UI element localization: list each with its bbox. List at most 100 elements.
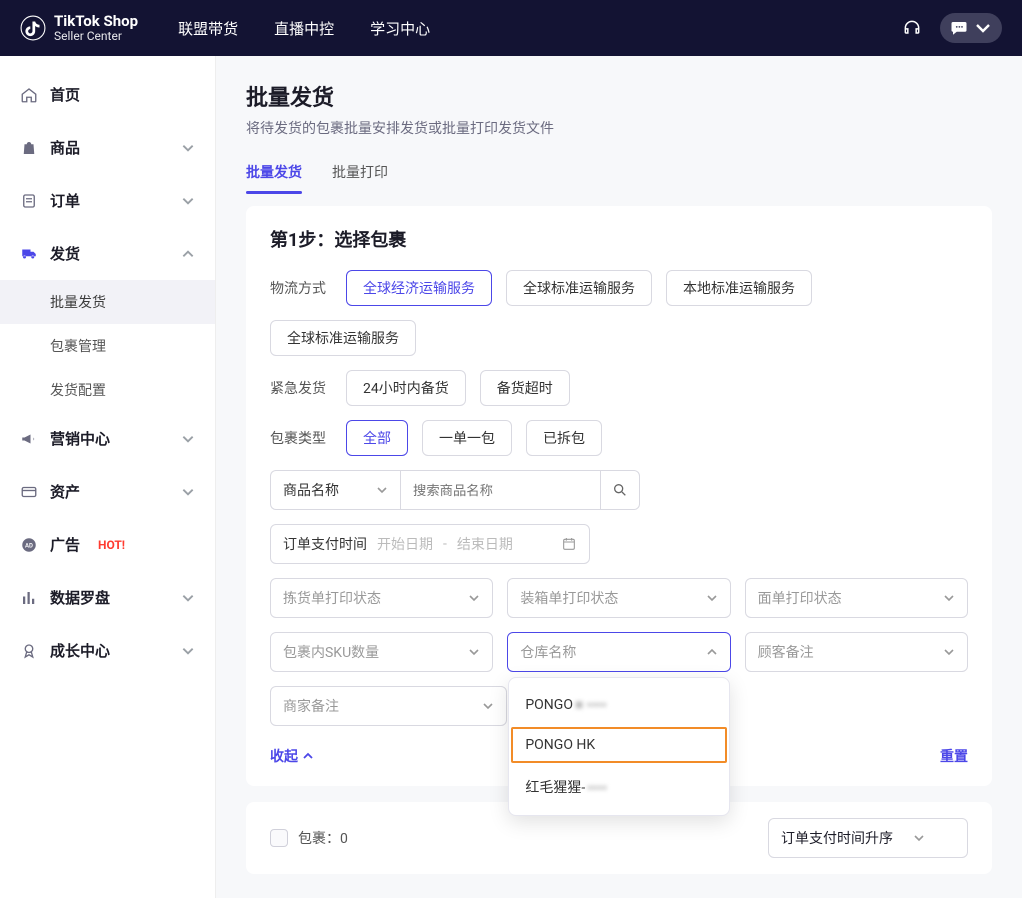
svg-text:AD: AD — [25, 542, 33, 549]
sidebar-item-orders[interactable]: 订单 — [0, 174, 215, 227]
sidebar-item-ads[interactable]: AD 广告 HOT! — [0, 518, 215, 571]
sidebar-label: 订单 — [50, 190, 80, 211]
search-field-select[interactable]: 商品名称 — [270, 470, 400, 510]
logistics-opt-global-standard-2[interactable]: 全球标准运输服务 — [270, 320, 416, 356]
warehouse-option[interactable]: 红毛猩猩-▪▪▪▪ — [509, 765, 728, 809]
brand-line2: Seller Center — [54, 30, 138, 43]
pkgtype-opt-all[interactable]: 全部 — [346, 420, 408, 456]
reset-button[interactable]: 重置 — [940, 746, 968, 766]
warehouse-option-highlighted[interactable]: PONGO HK — [509, 725, 728, 765]
warehouse-dropdown: PONGO■ ▪▪▪▪ PONGO HK 红毛猩猩-▪▪▪▪ — [508, 677, 729, 816]
sidebar-item-data-compass[interactable]: 数据罗盘 — [0, 571, 215, 624]
tab-batch-ship[interactable]: 批量发货 — [246, 156, 302, 188]
sku-count-select[interactable]: 包裹内SKU数量 — [270, 632, 493, 672]
megaphone-icon — [20, 430, 38, 448]
chevron-down-icon — [181, 485, 195, 499]
sidebar-sub-package-mgmt[interactable]: 包裹管理 — [0, 324, 215, 368]
chevron-down-icon — [468, 646, 480, 658]
sidebar-label: 数据罗盘 — [50, 587, 110, 608]
sidebar-label: 资产 — [50, 481, 80, 502]
bag-icon — [20, 139, 38, 157]
urgent-opt-overdue[interactable]: 备货超时 — [480, 370, 570, 406]
home-icon — [20, 86, 38, 104]
chevron-down-icon — [181, 432, 195, 446]
urgent-opt-24h[interactable]: 24小时内备货 — [346, 370, 466, 406]
sidebar: 首页 商品 订单 发货 批量发货 包裹管理 发货配置 营销中心 资产 AD 广告 H… — [0, 56, 216, 898]
chevron-down-icon — [181, 591, 195, 605]
date-range[interactable]: 订单支付时间 开始日期 - 结束日期 — [270, 524, 590, 564]
customer-note-select[interactable]: 顾客备注 — [745, 632, 968, 672]
package-count: 包裹：0 — [298, 828, 348, 848]
sidebar-item-assets[interactable]: 资产 — [0, 465, 215, 518]
sidebar-item-home[interactable]: 首页 — [0, 68, 215, 121]
sort-label: 订单支付时间升序 — [781, 828, 893, 848]
sidebar-label: 发货 — [50, 243, 80, 264]
search-button[interactable] — [600, 470, 640, 510]
topnav-affiliate[interactable]: 联盟带货 — [178, 18, 238, 39]
date-label: 订单支付时间 — [283, 534, 367, 554]
select-all-checkbox[interactable] — [270, 829, 288, 847]
main-content: 批量发货 将待发货的包裹批量安排发货或批量打印发货文件 批量发货 批量打印 第1… — [216, 56, 1022, 898]
search-icon — [612, 482, 628, 498]
merchant-note-select[interactable]: 商家备注 — [270, 686, 507, 726]
list-icon — [20, 192, 38, 210]
chevron-up-icon — [181, 247, 195, 261]
topbar: TikTok Shop Seller Center 联盟带货 直播中控 学习中心 — [0, 0, 1022, 56]
sidebar-label: 广告 — [50, 534, 80, 555]
sidebar-label: 首页 — [50, 84, 80, 105]
pkgtype-opt-one-per-order[interactable]: 一单一包 — [422, 420, 512, 456]
chevron-down-icon — [913, 832, 925, 844]
sidebar-item-products[interactable]: 商品 — [0, 121, 215, 174]
warehouse-option[interactable]: PONGO■ ▪▪▪▪ — [509, 684, 728, 725]
chat-menu[interactable] — [940, 13, 1002, 43]
pkgtype-opt-split[interactable]: 已拆包 — [526, 420, 602, 456]
chevron-down-icon — [943, 592, 955, 604]
urgent-label: 紧急发货 — [270, 378, 332, 398]
sidebar-label: 商品 — [50, 137, 80, 158]
label-status-select[interactable]: 面单打印状态 — [745, 578, 968, 618]
pick-status-select[interactable]: 拣货单打印状态 — [270, 578, 493, 618]
sidebar-sub-batch-ship[interactable]: 批量发货 — [0, 280, 215, 324]
date-end: 结束日期 — [457, 534, 513, 554]
chat-icon — [950, 19, 968, 37]
chevron-down-icon — [706, 592, 718, 604]
logistics-opt-local-standard[interactable]: 本地标准运输服务 — [666, 270, 812, 306]
sidebar-label: 成长中心 — [50, 640, 110, 661]
hot-badge: HOT! — [98, 538, 125, 552]
chevron-down-icon — [482, 700, 494, 712]
date-start: 开始日期 — [377, 534, 433, 554]
truck-icon — [20, 245, 38, 263]
tab-batch-print[interactable]: 批量打印 — [332, 156, 388, 188]
sort-select[interactable]: 订单支付时间升序 — [768, 818, 968, 858]
search-input[interactable] — [400, 470, 600, 510]
pkgtype-label: 包裹类型 — [270, 428, 332, 448]
topnav-learn[interactable]: 学习中心 — [370, 18, 430, 39]
chevron-down-icon — [376, 484, 388, 496]
pack-status-select[interactable]: 装箱单打印状态 — [507, 578, 730, 618]
brand-logo[interactable]: TikTok Shop Seller Center — [20, 13, 138, 43]
support-icon[interactable] — [902, 18, 922, 38]
logistics-opt-global-economy[interactable]: 全球经济运输服务 — [346, 270, 492, 306]
chevron-down-icon — [181, 644, 195, 658]
page-subtitle: 将待发货的包裹批量安排发货或批量打印发货文件 — [246, 118, 992, 138]
sidebar-sub-ship-config[interactable]: 发货配置 — [0, 368, 215, 412]
ad-icon: AD — [20, 536, 38, 554]
collapse-button[interactable]: 收起 — [270, 746, 314, 766]
chevron-down-icon — [181, 141, 195, 155]
sidebar-item-growth[interactable]: 成长中心 — [0, 624, 215, 677]
step-card: 第1步：选择包裹 物流方式 全球经济运输服务 全球标准运输服务 本地标准运输服务… — [246, 206, 992, 786]
search-group: 商品名称 — [270, 470, 640, 510]
logistics-opt-global-standard[interactable]: 全球标准运输服务 — [506, 270, 652, 306]
topnav-live-control[interactable]: 直播中控 — [274, 18, 334, 39]
sidebar-label: 营销中心 — [50, 428, 110, 449]
sidebar-item-marketing[interactable]: 营销中心 — [0, 412, 215, 465]
topnav: 联盟带货 直播中控 学习中心 — [178, 18, 430, 39]
chevron-down-icon — [974, 19, 992, 37]
warehouse-select[interactable]: 仓库名称 PONGO■ ▪▪▪▪ PONGO HK 红毛猩猩-▪▪▪▪ — [507, 632, 730, 672]
chevron-down-icon — [468, 592, 480, 604]
card-icon — [20, 483, 38, 501]
chevron-up-icon — [706, 646, 718, 658]
chevron-down-icon — [181, 194, 195, 208]
chevron-down-icon — [943, 646, 955, 658]
sidebar-item-shipping[interactable]: 发货 — [0, 227, 215, 280]
